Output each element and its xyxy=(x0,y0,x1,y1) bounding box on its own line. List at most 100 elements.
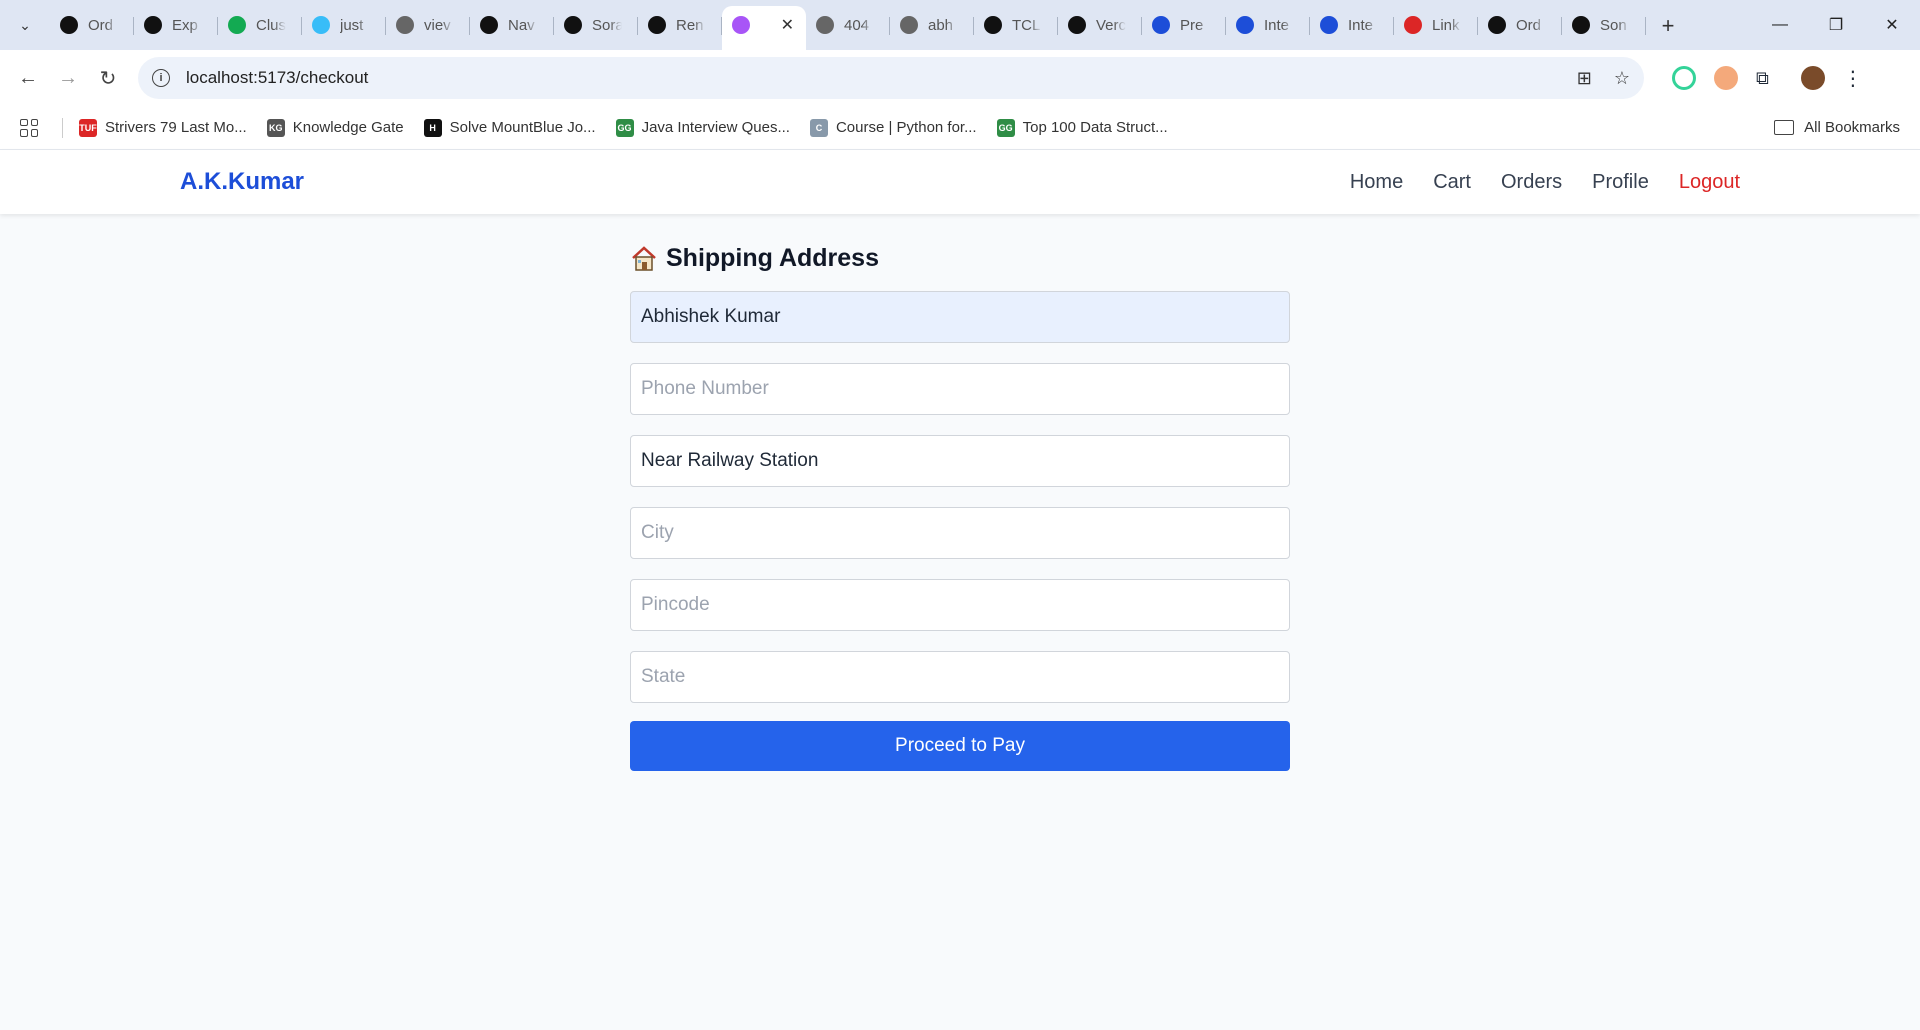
tab-title: Link xyxy=(1432,16,1460,34)
url-text[interactable]: localhost:5173/checkout xyxy=(186,68,368,88)
minimize-icon[interactable]: — xyxy=(1752,0,1808,50)
bookmark-star-icon[interactable]: ☆ xyxy=(1614,68,1630,89)
back-arrow-icon[interactable]: ← xyxy=(8,58,48,98)
bookmarks-bar: TUF Strivers 79 Last Mo... KG Knowledge Gat… xyxy=(0,106,1920,150)
full-name-input[interactable] xyxy=(630,291,1290,343)
hackerrank-icon: H xyxy=(423,118,442,137)
proceed-to-pay-button[interactable]: Proceed to Pay xyxy=(630,721,1290,771)
brand-logo-link[interactable]: A.K.Kumar xyxy=(180,168,304,196)
address-bar[interactable]: i localhost:5173/checkout ⊞ ☆ xyxy=(138,57,1644,99)
nav-orders-link[interactable]: Orders xyxy=(1501,171,1562,194)
browser-tab[interactable]: Pre xyxy=(1142,6,1226,44)
translate-icon[interactable]: ⊞ xyxy=(1577,68,1592,89)
bookmark-item[interactable]: GG Top 100 Data Struct... xyxy=(996,118,1168,137)
reload-icon[interactable]: ↻ xyxy=(88,58,128,98)
tab-search-chevron-icon[interactable]: ⌄ xyxy=(0,0,50,50)
bookmark-item[interactable]: KG Knowledge Gate xyxy=(266,118,404,137)
browser-tab[interactable]: Nav xyxy=(470,6,554,44)
tab-title: Sora xyxy=(592,16,622,34)
pincode-input[interactable] xyxy=(630,579,1290,631)
play-icon xyxy=(564,16,582,34)
bookmark-item[interactable]: H Solve MountBlue Jo... xyxy=(423,118,596,137)
browser-tab[interactable]: just xyxy=(302,6,386,44)
course-icon: C xyxy=(809,118,828,137)
nav-profile-link[interactable]: Profile xyxy=(1592,171,1649,194)
browser-tab[interactable]: Exp xyxy=(134,6,218,44)
new-tab-plus-icon[interactable]: + xyxy=(1650,8,1686,44)
browser-tab[interactable]: Inte xyxy=(1310,6,1394,44)
site-info-icon[interactable]: i xyxy=(152,69,170,87)
tab-title: Ord xyxy=(1516,16,1542,34)
browser-tab[interactable]: 404 xyxy=(806,6,890,44)
bookmark-label: Top 100 Data Struct... xyxy=(1022,119,1168,136)
browser-tab[interactable]: Son xyxy=(1562,6,1646,44)
tailwind-icon xyxy=(312,16,330,34)
browser-tab[interactable]: Inte xyxy=(1226,6,1310,44)
bookmark-item[interactable]: GG Java Interview Ques... xyxy=(615,118,790,137)
tab-list: Ord Exp Clus just viev Nav Sora Ren ✕ 404 abh TCL Ve… xyxy=(50,0,1646,50)
browser-tab[interactable]: Ord xyxy=(50,6,134,44)
globe-icon xyxy=(900,16,918,34)
browser-toolbar: ← → ↻ i localhost:5173/checkout ⊞ ☆ ⧉ ⋮ xyxy=(0,50,1920,106)
browser-tab[interactable]: Ord xyxy=(1478,6,1562,44)
bookmarks-divider xyxy=(62,117,63,138)
bookmark-label: Knowledge Gate xyxy=(292,119,404,136)
bookmark-item[interactable]: TUF Strivers 79 Last Mo... xyxy=(79,118,247,137)
mongodb-leaf-icon xyxy=(228,16,246,34)
logout-button[interactable]: Logout xyxy=(1679,171,1740,194)
nav-home-link[interactable]: Home xyxy=(1350,171,1403,194)
phone-number-input[interactable] xyxy=(630,363,1290,415)
interview-icon xyxy=(1320,16,1338,34)
ex-icon xyxy=(144,16,162,34)
vercel-icon xyxy=(1068,16,1086,34)
linktree-icon xyxy=(1404,16,1422,34)
all-bookmarks-label: All Bookmarks xyxy=(1804,119,1900,136)
house-icon xyxy=(632,245,656,271)
extension-avatar-icon[interactable] xyxy=(1714,66,1738,90)
openai-icon xyxy=(60,16,78,34)
extensions-puzzle-icon[interactable]: ⧉ xyxy=(1756,68,1769,89)
browser-tab[interactable]: TCL xyxy=(974,6,1058,44)
restore-icon[interactable]: ❐ xyxy=(1808,0,1864,50)
apps-grid-icon[interactable] xyxy=(20,118,38,137)
browser-tab[interactable]: Ren xyxy=(638,6,722,44)
all-bookmarks-button[interactable]: All Bookmarks xyxy=(1774,119,1900,136)
forward-arrow-icon[interactable]: → xyxy=(48,58,88,98)
browser-menu-icon[interactable]: ⋮ xyxy=(1843,66,1863,91)
nav-cart-link[interactable]: Cart xyxy=(1433,171,1471,194)
browser-tabstrip: ⌄ Ord Exp Clus just viev Nav Sora Ren ✕ 404 abh TCL… xyxy=(0,0,1920,50)
tab-title: abh xyxy=(928,16,954,34)
extensions-area: ⧉ ⋮ xyxy=(1672,66,1863,91)
bookmark-list: TUF Strivers 79 Last Mo... KG Knowledge Gat… xyxy=(79,118,1188,137)
browser-tab[interactable]: abh xyxy=(890,6,974,44)
tuf-icon: TUF xyxy=(79,118,97,137)
bookmark-label: Solve MountBlue Jo... xyxy=(449,119,596,136)
window-controls: — ❐ ✕ xyxy=(1752,0,1920,50)
tab-title: Ren xyxy=(676,16,704,34)
state-input[interactable] xyxy=(630,651,1290,703)
amazon-icon xyxy=(984,16,1002,34)
tab-title: Inte xyxy=(1264,16,1290,34)
tab-title: Pre xyxy=(1180,16,1204,34)
city-input[interactable] xyxy=(630,507,1290,559)
globe-icon xyxy=(396,16,414,34)
interview-icon xyxy=(1236,16,1254,34)
amazon-icon xyxy=(1572,16,1590,34)
checkout-form: Shipping Address Proceed to Pay xyxy=(630,214,1290,771)
browser-tab[interactable]: Clus xyxy=(218,6,302,44)
close-tab-icon[interactable]: ✕ xyxy=(781,15,794,35)
browser-tab[interactable]: Verc xyxy=(1058,6,1142,44)
tab-title: just xyxy=(340,16,364,34)
browser-tab[interactable]: Link xyxy=(1394,6,1478,44)
address-input[interactable] xyxy=(630,435,1290,487)
browser-tab[interactable]: ✕ xyxy=(722,6,806,50)
profile-avatar[interactable] xyxy=(1800,66,1825,90)
bookmark-item[interactable]: C Course | Python for... xyxy=(809,118,977,137)
tab-title: viev xyxy=(424,16,451,34)
browser-tab[interactable]: viev xyxy=(386,6,470,44)
extension-ring-icon[interactable] xyxy=(1672,66,1696,90)
close-window-icon[interactable]: ✕ xyxy=(1864,0,1920,50)
openai-icon xyxy=(1488,16,1506,34)
browser-tab[interactable]: Sora xyxy=(554,6,638,44)
shipping-heading: Shipping Address xyxy=(630,244,1290,273)
